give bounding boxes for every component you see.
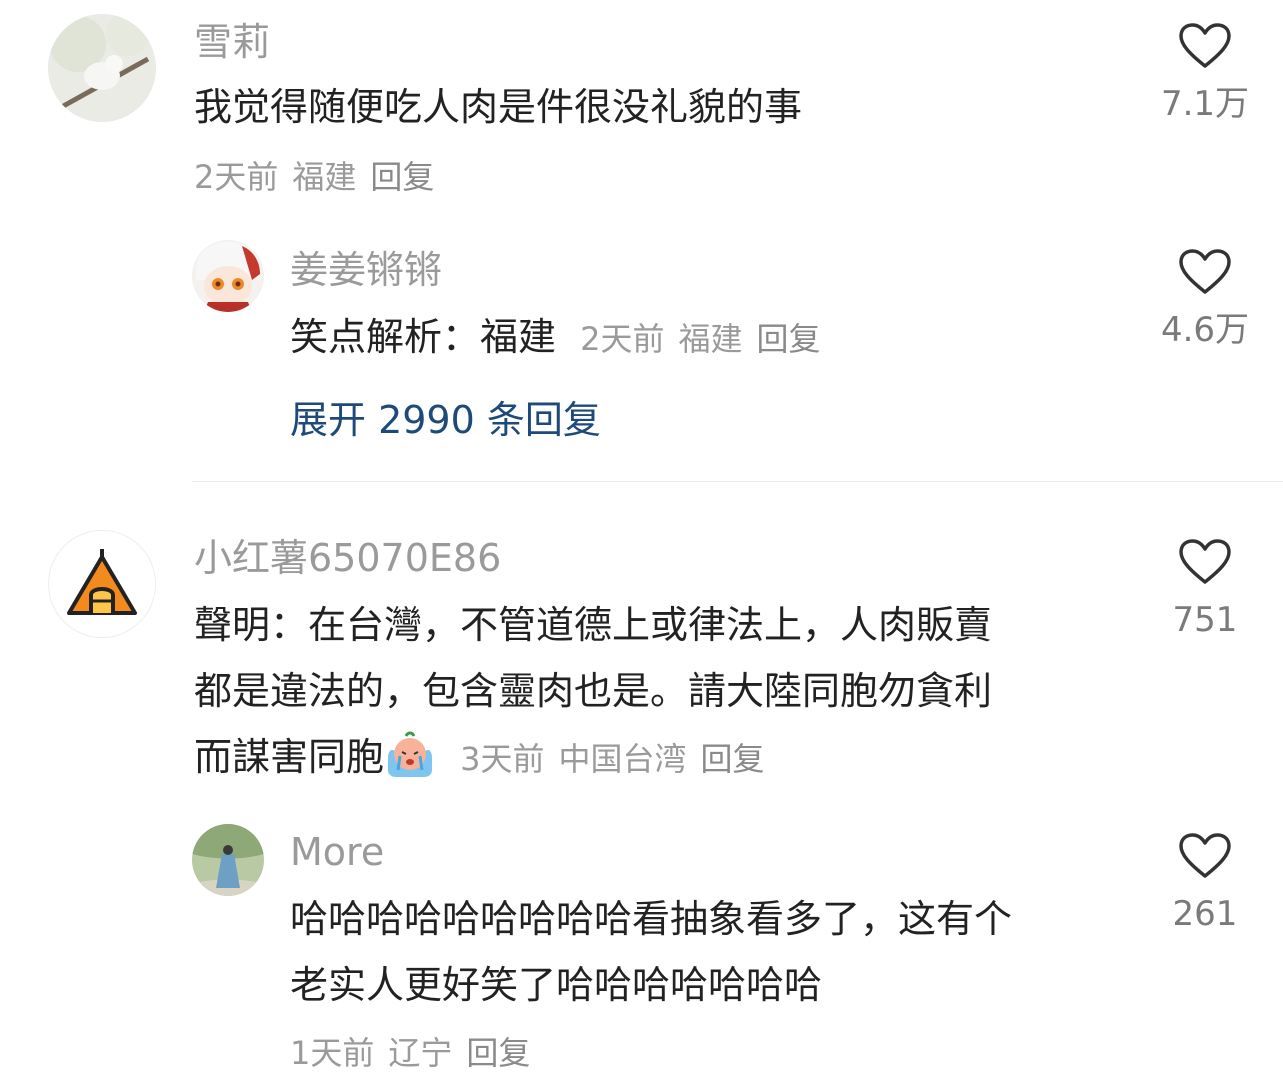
like-count: 751: [1172, 600, 1238, 640]
comment-text-line-last: 而謀害同胞 3天前 中国台湾 回复: [194, 724, 992, 792]
like-count: 7.1万: [1160, 84, 1250, 124]
reply-button[interactable]: 回复: [701, 740, 765, 778]
reply-time: 2天前: [580, 320, 665, 358]
reply-time: 1天前: [290, 1034, 375, 1072]
comment-text-line: 而謀害同胞: [194, 735, 385, 779]
like-button[interactable]: 7.1万: [1150, 22, 1260, 124]
comment-text[interactable]: 我觉得随便吃人肉是件很没礼貌的事: [194, 74, 802, 140]
like-button[interactable]: 751: [1150, 538, 1260, 640]
like-button[interactable]: 4.6万: [1150, 248, 1260, 350]
avatar[interactable]: [48, 14, 156, 122]
comment-location: 中国台湾: [558, 740, 687, 778]
reply-username[interactable]: 姜姜锵锵: [290, 246, 442, 294]
reply-text[interactable]: 笑点解析：福建 2天前 福建 回复: [290, 304, 835, 372]
reply-text-line: 哈哈哈哈哈哈哈哈哈看抽象看多了，这有个: [290, 897, 1013, 941]
comment-text[interactable]: 聲明：在台灣，不管道德上或律法上，人肉販賣 都是違法的，包含靈肉也是。請大陸同胞…: [194, 592, 992, 792]
comment-username[interactable]: 雪莉: [194, 18, 270, 66]
expand-replies-button[interactable]: 展开 2990 条回复: [290, 396, 601, 444]
crying-face-emoji-icon: [384, 730, 436, 778]
reply-username[interactable]: More: [290, 828, 384, 876]
heart-outline-icon[interactable]: [1150, 22, 1260, 70]
heart-outline-icon[interactable]: [1150, 538, 1260, 586]
comment-time: 2天前: [194, 158, 279, 196]
reply-avatar[interactable]: [192, 824, 264, 896]
reply-button[interactable]: 回复: [757, 320, 821, 358]
heart-outline-icon[interactable]: [1150, 248, 1260, 296]
comment-location: 福建: [292, 158, 357, 196]
reply-location: 福建: [678, 320, 743, 358]
comment-time: 3天前: [460, 740, 545, 778]
reply-button[interactable]: 回复: [466, 1034, 530, 1072]
reply-meta: 1天前 辽宁 回复: [290, 1032, 544, 1074]
reply-text-line: 笑点解析：福建: [290, 315, 557, 359]
comment-meta: 2天前 福建 回复: [194, 156, 448, 198]
comment-username[interactable]: 小红薯65070E86: [194, 534, 501, 582]
avatar[interactable]: [48, 530, 156, 638]
divider: [192, 481, 1283, 482]
reply-button[interactable]: 回复: [370, 158, 434, 196]
like-count: 4.6万: [1160, 310, 1250, 350]
comment-text-line: 我觉得随便吃人肉是件很没礼貌的事: [194, 85, 803, 129]
like-count: 261: [1172, 894, 1238, 934]
reply-text[interactable]: 哈哈哈哈哈哈哈哈哈看抽象看多了，这有个 老实人更好笑了哈哈哈哈哈哈哈: [290, 886, 1012, 1018]
comment-text-line: 聲明：在台灣，不管道德上或律法上，人肉販賣: [194, 603, 993, 647]
like-button[interactable]: 261: [1150, 832, 1260, 934]
reply-meta: 2天前 福建 回复: [580, 320, 834, 358]
reply-avatar[interactable]: [192, 240, 264, 312]
comment-meta: 3天前 中国台湾 回复: [460, 740, 778, 778]
reply-location: 辽宁: [388, 1034, 453, 1072]
reply-text-line: 老实人更好笑了哈哈哈哈哈哈哈: [290, 963, 823, 1007]
comment-text-line: 都是違法的，包含靈肉也是。請大陸同胞勿貪利: [194, 669, 993, 713]
heart-outline-icon[interactable]: [1150, 832, 1260, 880]
